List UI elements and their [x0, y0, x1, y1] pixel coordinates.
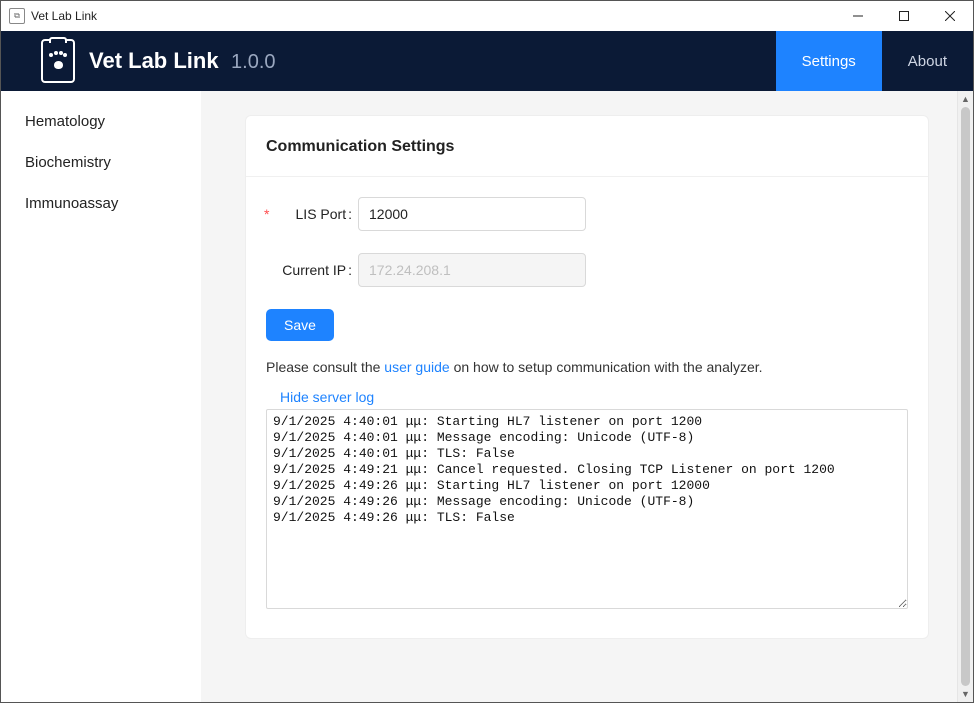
server-log[interactable]: [266, 409, 908, 609]
sidebar-item-immunoassay[interactable]: Immunoassay: [1, 183, 201, 224]
settings-card: Communication Settings LIS Port: Current…: [245, 115, 929, 639]
titlebar: ⧉ Vet Lab Link: [1, 1, 973, 31]
sidebar-item-biochemistry[interactable]: Biochemistry: [1, 142, 201, 183]
app-window: ⧉ Vet Lab Link Vet Lab Link 1.0.0 Sett: [0, 0, 974, 703]
maximize-icon: [899, 11, 909, 21]
nav-about[interactable]: About: [882, 31, 973, 91]
app-name: Vet Lab Link: [89, 48, 219, 73]
hint-text: Please consult the user guide on how to …: [266, 359, 908, 375]
current-ip-label: Current IP:: [266, 262, 352, 278]
close-button[interactable]: [927, 1, 973, 31]
scroll-track[interactable]: [958, 107, 973, 686]
scroll-down-arrow-icon[interactable]: ▼: [958, 686, 973, 702]
app-icon: ⧉: [9, 8, 25, 24]
current-ip-row: Current IP:: [266, 253, 908, 287]
save-button[interactable]: Save: [266, 309, 334, 341]
window-title: Vet Lab Link: [31, 9, 97, 23]
nav-settings[interactable]: Settings: [776, 31, 882, 91]
card-title: Communication Settings: [246, 116, 928, 177]
close-icon: [945, 11, 955, 21]
logo: Vet Lab Link 1.0.0: [1, 39, 276, 83]
sidebar: Hematology Biochemistry Immunoassay: [1, 91, 201, 702]
logo-icon: [41, 39, 75, 83]
toggle-server-log-link[interactable]: Hide server log: [280, 389, 908, 405]
maximize-button[interactable]: [881, 1, 927, 31]
lis-port-row: LIS Port:: [266, 197, 908, 231]
lis-port-input[interactable]: [358, 197, 586, 231]
current-ip-input: [358, 253, 586, 287]
minimize-icon: [853, 11, 863, 21]
app-version: 1.0.0: [231, 51, 275, 73]
user-guide-link[interactable]: user guide: [384, 359, 449, 375]
minimize-button[interactable]: [835, 1, 881, 31]
sidebar-item-hematology[interactable]: Hematology: [1, 101, 201, 142]
paw-icon: [49, 52, 67, 70]
scroll-thumb[interactable]: [961, 107, 970, 686]
scroll-up-arrow-icon[interactable]: ▲: [958, 91, 973, 107]
app-body: Hematology Biochemistry Immunoassay Comm…: [1, 91, 973, 702]
vertical-scrollbar[interactable]: ▲ ▼: [957, 91, 973, 702]
main-content: Communication Settings LIS Port: Current…: [201, 91, 973, 702]
lis-port-label: LIS Port:: [266, 206, 352, 222]
app-header: Vet Lab Link 1.0.0 Settings About: [1, 31, 973, 91]
